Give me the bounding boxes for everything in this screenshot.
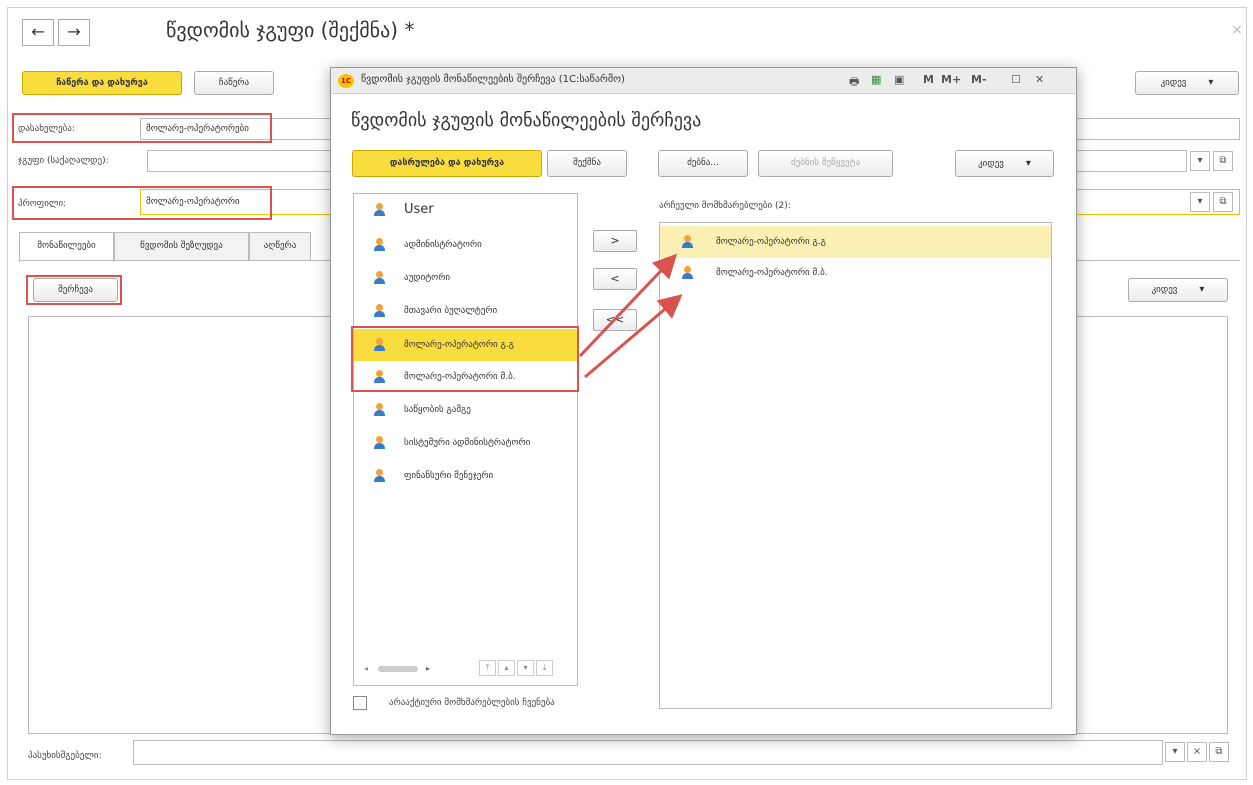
open-window-icon: ⧉ (1219, 155, 1227, 166)
save-button[interactable]: ჩაწერა (194, 71, 274, 95)
cancel-find-button[interactable]: ძებნის შეწყვეტა (758, 150, 893, 177)
mem-button[interactable]: M (923, 73, 934, 86)
group-label: ჯგუფი (საქაღალდე): (18, 156, 109, 166)
responsible-field[interactable] (133, 740, 1163, 765)
list-item[interactable]: მთავარი ბუღალტერი (354, 295, 577, 327)
list-item[interactable]: ადმინისტრატორი (354, 229, 577, 261)
tab-description[interactable]: აღწერა (249, 232, 311, 260)
open-button[interactable]: ⧉ (1209, 742, 1229, 762)
more-button[interactable]: კიდევ ▾ (1135, 71, 1239, 95)
tab-members[interactable]: მონაწილეები (19, 232, 114, 262)
highlight-box (12, 186, 272, 220)
users-list[interactable]: User ადმინისტრატორი აუდიტორი მთავარი ბუღ… (353, 193, 578, 686)
scroll-right-icon[interactable]: ▸ (426, 664, 430, 673)
arrow-left-icon: ← (31, 22, 45, 41)
highlight-box (351, 326, 579, 392)
user-icon (374, 436, 385, 449)
user-icon (374, 271, 385, 284)
dropdown-button[interactable]: ▾ (1190, 151, 1210, 171)
table-icon[interactable]: ▦ (871, 73, 881, 86)
list-item[interactable]: საწყობის გამგე (354, 394, 577, 426)
list-item[interactable]: ფინანსური მენეჯერი (354, 460, 577, 492)
remove-all-button[interactable]: << (593, 309, 637, 331)
dropdown-button[interactable]: ▾ (1165, 742, 1185, 762)
selected-users-list[interactable]: მოლარე-ოპერატორი გ.გ მოლარე-ოპერატორი მ.… (659, 222, 1052, 709)
chevron-down-icon: ▾ (1025, 158, 1031, 169)
find-button[interactable]: ძებნა... (658, 150, 748, 177)
more-label: კიდევ (978, 159, 1004, 169)
show-inactive-checkbox[interactable] (353, 696, 367, 710)
dialog-titlebar: 1С წვდომის ჯგუფის მონაწილეების შერჩევა (… (331, 68, 1076, 94)
user-icon (374, 403, 385, 416)
list-item[interactable]: მოლარე-ოპერატორი გ.გ (660, 226, 1051, 258)
chevron-down-icon: ▾ (1197, 155, 1203, 166)
dialog-title: წვდომის ჯგუფის მონაწილეების შერჩევა (1C:… (361, 74, 625, 85)
close-icon[interactable]: × (1231, 22, 1243, 38)
create-button[interactable]: შექმნა (547, 150, 627, 177)
chevron-down-icon: ▾ (1197, 196, 1203, 207)
dialog-heading: წვდომის ჯგუფის მონაწილეების შერჩევა (351, 110, 702, 131)
dialog-more-button[interactable]: კიდევ ▾ (955, 150, 1054, 177)
arrow-right-icon: → (67, 22, 81, 41)
list-item[interactable]: აუდიტორი (354, 262, 577, 294)
user-icon (682, 266, 693, 279)
page-title: წვდომის ჯგუფი (შექმნა) * (166, 18, 415, 42)
list-item[interactable]: სისტემური ადმინისტრატორი (354, 427, 577, 459)
mem-minus-button[interactable]: M- (971, 73, 987, 86)
forward-button[interactable]: → (58, 19, 90, 46)
scroll-left-icon[interactable]: ◂ (364, 664, 368, 673)
pick-members-dialog: 1С წვდომის ჯგუფის მონაწილეების შერჩევა (… (330, 67, 1077, 735)
move-up-icon[interactable]: ▴ (498, 660, 515, 676)
move-bottom-icon[interactable]: ⤓ (536, 660, 553, 676)
clear-button[interactable]: × (1187, 742, 1207, 762)
highlight-box (12, 113, 272, 143)
open-button[interactable]: ⧉ (1213, 151, 1233, 171)
mem-plus-button[interactable]: M+ (941, 73, 961, 86)
move-down-icon[interactable]: ▾ (517, 660, 534, 676)
clear-icon: × (1192, 746, 1202, 757)
scroll-thumb[interactable] (378, 666, 418, 672)
responsible-label: პასუხისმგებელი: (28, 751, 102, 761)
dropdown-button[interactable]: ▾ (1190, 192, 1210, 212)
open-window-icon: ⧉ (1215, 746, 1223, 757)
maximize-icon[interactable]: ☐ (1011, 73, 1021, 86)
show-inactive-label: არააქტიური მომხმარებლების ჩვენება (389, 698, 555, 708)
1c-logo-icon: 1С (338, 74, 354, 88)
user-icon (374, 238, 385, 251)
chevron-down-icon: ▾ (1172, 746, 1178, 757)
members-more-button[interactable]: კიდევ ▾ (1128, 278, 1228, 302)
add-button[interactable]: > (593, 230, 637, 252)
user-icon (374, 203, 385, 216)
open-window-icon: ⧉ (1219, 196, 1227, 207)
more-label: კიდევ (1160, 78, 1187, 88)
chevron-down-icon: ▾ (1199, 284, 1205, 295)
list-item[interactable]: მოლარე-ოპერატორი მ.ბ. (660, 257, 1051, 289)
user-icon (682, 235, 693, 248)
user-icon (374, 469, 385, 482)
finish-close-button[interactable]: დასრულება და დახურვა (352, 150, 542, 177)
chevron-down-icon: ▾ (1208, 77, 1214, 88)
list-item[interactable]: User (354, 194, 577, 226)
back-button[interactable]: ← (22, 19, 54, 46)
calendar-icon[interactable]: ▣ (894, 73, 904, 86)
move-top-icon[interactable]: ⤒ (479, 660, 496, 676)
print-icon[interactable]: 🖶 (849, 73, 859, 92)
tab-access-restriction[interactable]: წვდომის შეზღუდვა (114, 232, 249, 260)
save-close-button[interactable]: ჩაწერა და დახურვა (22, 71, 182, 95)
user-icon (374, 304, 385, 317)
more-label: კიდევ (1151, 285, 1178, 295)
remove-button[interactable]: < (593, 268, 637, 290)
close-icon[interactable]: ✕ (1035, 73, 1044, 86)
highlight-box (26, 275, 122, 305)
open-button[interactable]: ⧉ (1213, 192, 1233, 212)
selected-header: არჩეული მომხმარებლები (2): (659, 201, 791, 211)
